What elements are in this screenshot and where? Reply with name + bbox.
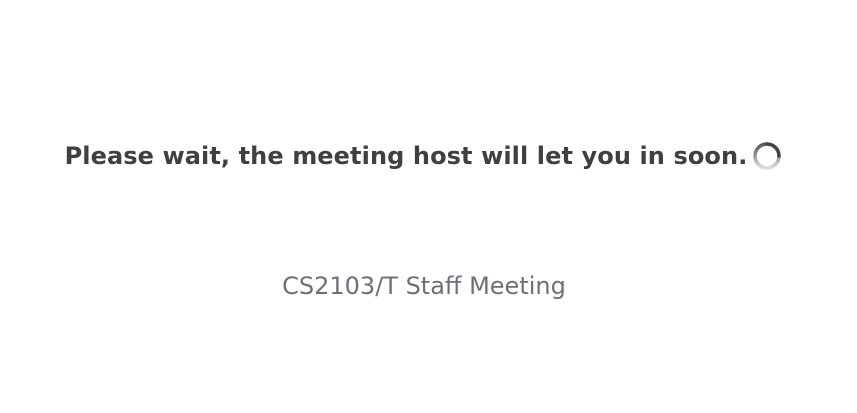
waiting-message: Please wait, the meeting host will let y…: [64, 142, 748, 170]
meeting-title: CS2103/T Staff Meeting: [282, 272, 566, 300]
loading-spinner-icon: [751, 140, 783, 172]
waiting-room-status: Please wait, the meeting host will let y…: [0, 140, 848, 172]
